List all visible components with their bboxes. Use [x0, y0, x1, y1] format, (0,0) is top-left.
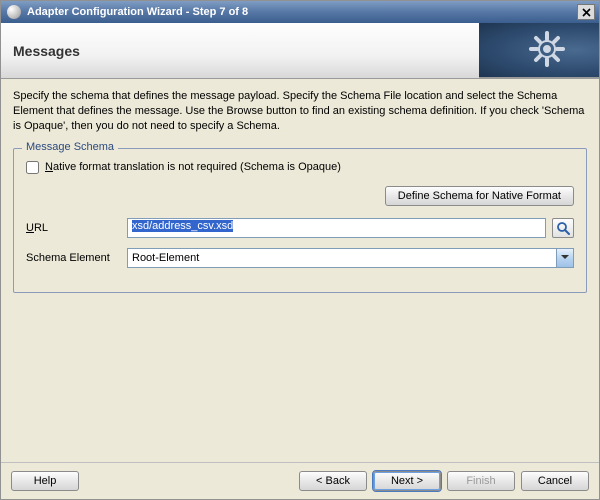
- window-title: Adapter Configuration Wizard - Step 7 of…: [27, 6, 577, 18]
- dropdown-arrow-button[interactable]: [556, 249, 573, 267]
- opaque-label[interactable]: Native format translation is not require…: [45, 161, 341, 173]
- dropdown-value: Root-Element: [132, 252, 199, 264]
- finish-button: Finish: [447, 471, 515, 491]
- url-row: URL xsd/address_csv.xsd: [26, 218, 574, 238]
- wizard-footer: Help < Back Next > Finish Cancel: [1, 462, 599, 499]
- search-icon: [556, 221, 570, 235]
- help-button[interactable]: Help: [11, 471, 79, 491]
- app-icon: [7, 5, 21, 19]
- titlebar: Adapter Configuration Wizard - Step 7 of…: [1, 1, 599, 23]
- next-button[interactable]: Next >: [373, 471, 441, 491]
- cancel-button[interactable]: Cancel: [521, 471, 589, 491]
- description-text: Specify the schema that defines the mess…: [13, 89, 587, 134]
- close-button[interactable]: [577, 4, 595, 20]
- schema-element-dropdown[interactable]: Root-Element: [127, 248, 574, 268]
- wizard-header: Messages: [1, 23, 599, 79]
- define-row: Define Schema for Native Format: [26, 186, 574, 206]
- group-legend: Message Schema: [22, 141, 118, 153]
- define-schema-button[interactable]: Define Schema for Native Format: [385, 186, 574, 206]
- gear-icon: [525, 27, 569, 71]
- url-input[interactable]: xsd/address_csv.xsd: [127, 218, 546, 238]
- page-title: Messages: [13, 43, 80, 59]
- schema-element-row: Schema Element Root-Element: [26, 248, 574, 268]
- schema-element-label: Schema Element: [26, 252, 121, 264]
- opaque-checkbox[interactable]: [26, 161, 39, 174]
- back-button[interactable]: < Back: [299, 471, 367, 491]
- content-area: Specify the schema that defines the mess…: [1, 79, 599, 462]
- url-label: URL: [26, 222, 121, 234]
- header-graphic: [479, 23, 599, 78]
- browse-button[interactable]: [552, 218, 574, 238]
- message-schema-group: Message Schema Native format translation…: [13, 148, 587, 293]
- chevron-down-icon: [561, 255, 569, 260]
- wizard-window: Adapter Configuration Wizard - Step 7 of…: [0, 0, 600, 500]
- close-icon: [582, 8, 591, 17]
- opaque-row: Native format translation is not require…: [26, 161, 574, 174]
